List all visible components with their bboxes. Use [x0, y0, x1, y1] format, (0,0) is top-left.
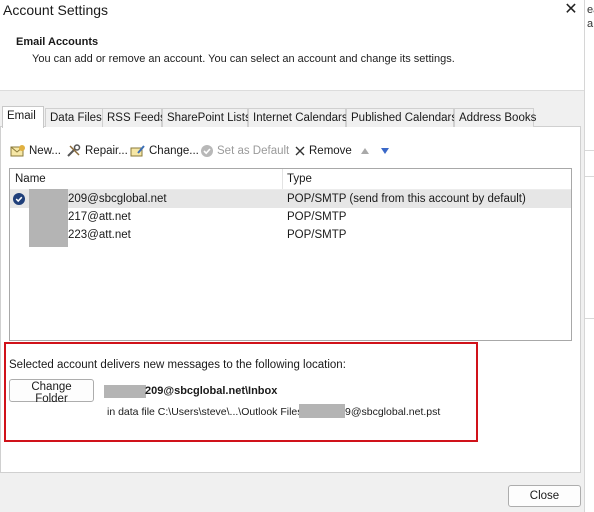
title-bar: Account Settings ✕ — [0, 0, 594, 24]
set-as-default-button[interactable]: Set as Default — [200, 142, 289, 160]
tab-sharepoint-lists[interactable]: SharePoint Lists — [162, 108, 251, 127]
account-type: POP/SMTP — [287, 211, 347, 223]
header-panel: Email Accounts You can add or remove an … — [0, 24, 584, 91]
delivery-folder-path: 209@sbcglobal.net\Inbox — [145, 385, 278, 397]
data-file-name: 9@sbcglobal.net.pst — [345, 406, 441, 418]
repair-button[interactable]: Repair... — [66, 142, 128, 160]
account-name: 209@sbcglobal.net — [68, 193, 167, 205]
change-folder-button[interactable]: Change Folder — [9, 379, 94, 405]
set-as-default-label: Set as Default — [217, 145, 290, 157]
background-window-edge: ea a — [584, 0, 594, 512]
account-name: 217@att.net — [68, 211, 131, 223]
default-account-check-icon — [13, 193, 25, 205]
accounts-list[interactable]: Name Type 209@sbcglobal.net POP/SMTP (se… — [9, 168, 572, 341]
column-header-type[interactable]: Type — [287, 169, 312, 189]
repair-icon — [67, 144, 81, 157]
account-row[interactable]: 223@att.net POP/SMTP — [10, 226, 571, 244]
background-text-fragment: ea — [587, 4, 594, 16]
change-button[interactable]: Change... — [130, 142, 199, 160]
tab-strip: Email Data Files RSS Feeds SharePoint Li… — [0, 106, 584, 128]
account-name: 223@att.net — [68, 229, 131, 241]
account-row-default[interactable]: 209@sbcglobal.net POP/SMTP (send from th… — [10, 190, 571, 208]
header-title: Email Accounts — [16, 36, 99, 48]
tab-published-calendars[interactable]: Published Calendars — [346, 108, 457, 127]
change-label: Change... — [149, 145, 199, 157]
move-down-icon — [381, 148, 389, 154]
redacted-folder-prefix — [104, 385, 146, 398]
account-type: POP/SMTP (send from this account by defa… — [287, 193, 526, 205]
tab-address-books[interactable]: Address Books — [454, 108, 536, 127]
move-down-button[interactable] — [380, 142, 390, 160]
tab-rss-feeds[interactable]: RSS Feeds — [102, 108, 166, 127]
background-text-fragment: a — [587, 18, 594, 30]
tab-data-files[interactable]: Data Files — [45, 108, 103, 127]
new-account-icon — [10, 145, 25, 157]
account-settings-dialog: Account Settings ✕ ea a Email Accounts Y… — [0, 0, 594, 512]
tab-internet-calendars[interactable]: Internet Calendars — [248, 108, 348, 127]
set-default-check-icon — [201, 145, 213, 157]
change-icon — [130, 145, 145, 157]
window-title: Account Settings — [3, 2, 109, 18]
remove-label: Remove — [309, 145, 352, 157]
close-button[interactable]: Close — [508, 485, 581, 507]
account-type: POP/SMTP — [287, 229, 347, 241]
move-up-icon — [361, 148, 369, 154]
new-account-button[interactable]: New... — [10, 142, 61, 160]
repair-label: Repair... — [85, 145, 128, 157]
delivery-location-label: Selected account delivers new messages t… — [9, 359, 346, 371]
column-header-name[interactable]: Name — [15, 169, 46, 189]
tab-email[interactable]: Email — [2, 106, 44, 128]
close-window-icon[interactable]: ✕ — [560, 0, 582, 22]
move-up-button[interactable] — [360, 142, 370, 160]
redacted-name-block — [29, 189, 68, 247]
redacted-data-file-part — [299, 404, 345, 418]
data-file-path: in data file C:\Users\steve\...\Outlook … — [107, 406, 311, 418]
remove-x-icon — [295, 146, 305, 156]
remove-button[interactable]: Remove — [294, 142, 352, 160]
column-divider[interactable] — [282, 169, 283, 189]
new-account-label: New... — [29, 145, 61, 157]
account-row[interactable]: 217@att.net POP/SMTP — [10, 208, 571, 226]
header-description: You can add or remove an account. You ca… — [32, 53, 455, 65]
